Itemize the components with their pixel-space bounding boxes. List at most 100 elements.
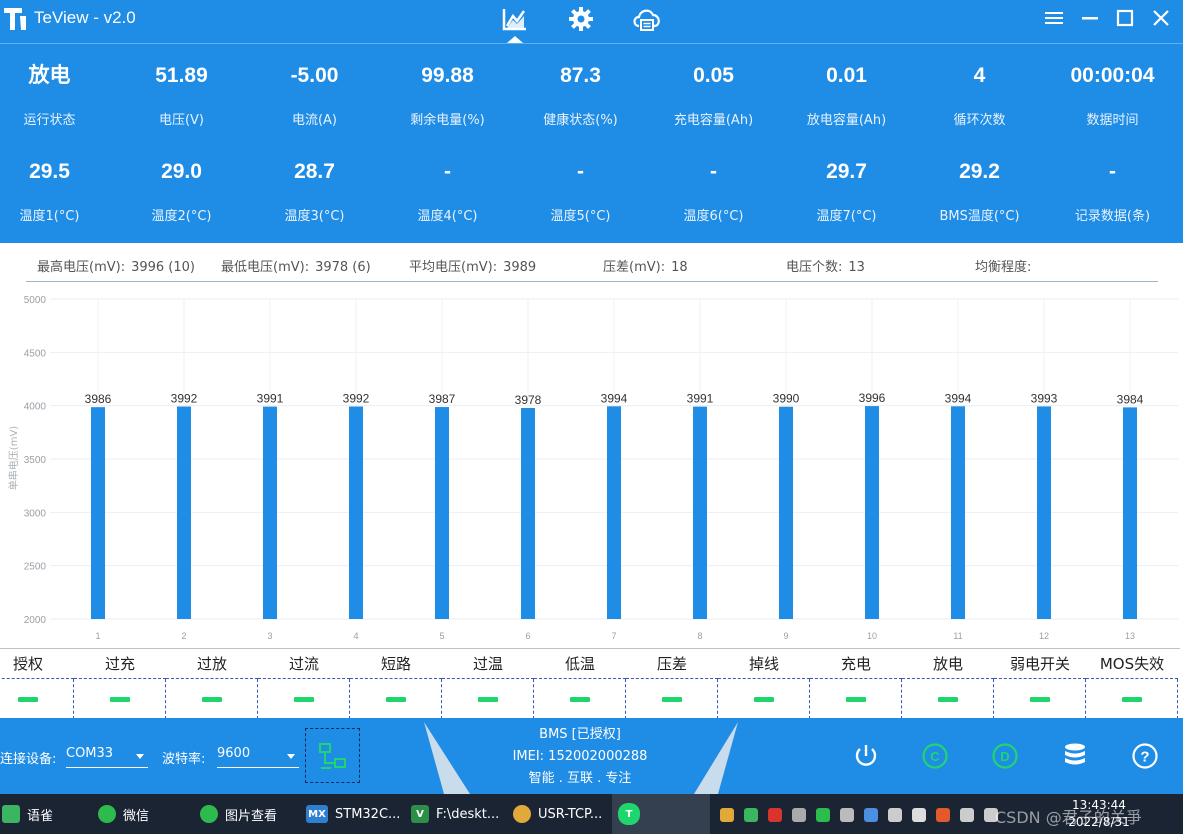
shield-icon[interactable] (864, 808, 878, 822)
cell-voltage-chart: 2000 2500 3000 3500 4000 4500 5000 单串电压(mV) 3986… (0, 290, 1183, 648)
minimize-icon[interactable] (1077, 6, 1103, 30)
bar (693, 406, 707, 619)
tray-app-icon[interactable] (720, 808, 734, 822)
cell-summary-bar: 最高电压(mV): 3996 (10) 最低电压(mV): 3978 (6) 平均电… (0, 243, 1183, 288)
stat-label: BMS温度(°C) (939, 209, 1020, 224)
bar-value-label: 3991 (257, 392, 284, 406)
menu-icon[interactable] (1041, 6, 1067, 30)
taskbar-item-label: STM32C... (335, 806, 401, 822)
database-icon[interactable] (1059, 740, 1091, 772)
baud-select[interactable]: 9600 (217, 746, 299, 768)
bar (521, 408, 535, 619)
alarm-status-indicator (938, 697, 958, 702)
alarm-label: 压差 (626, 649, 718, 679)
alarm-cell: 短路 (350, 649, 442, 719)
tray-app-icon[interactable] (888, 808, 902, 822)
stat-charge-capacity: 0.05 充电容量(Ah) (647, 62, 780, 130)
device-select-value: COM33 (66, 746, 114, 761)
stat-value: 87.3 (560, 64, 601, 87)
summary-avg: 平均电压(mV): 3989 (409, 256, 536, 275)
device-select[interactable]: COM33 (66, 746, 148, 768)
summary-count-label: 电压个数: (786, 260, 843, 275)
taskbar-item-explorer[interactable]: V F:\deskt... (411, 800, 499, 828)
charge-c-icon[interactable]: C (919, 740, 951, 772)
taskbar-item-usr-tcp[interactable]: USR-TCP... (513, 800, 602, 828)
connect-button[interactable] (305, 728, 360, 783)
system-clock[interactable]: 13:43:44 2022/8/31 (1066, 797, 1132, 831)
stat-label: 温度3(°C) (284, 209, 345, 224)
stat-value: -5.00 (290, 64, 339, 87)
summary-min-value: 3978 (6) (315, 260, 371, 275)
tray-app-icon[interactable] (816, 808, 830, 822)
stat-value: 00:00:04 (1070, 64, 1155, 87)
tray-app-icon[interactable] (912, 808, 926, 822)
stat-label: 温度7(°C) (816, 209, 877, 224)
stat-value: 0.05 (693, 64, 734, 87)
discharge-d-icon[interactable]: D (989, 740, 1021, 772)
stat-value: 29.7 (826, 160, 867, 183)
taskbar-item-yuque[interactable]: 语雀 (2, 800, 53, 828)
alarm-cell: 弱电开关 (994, 649, 1086, 719)
bar (779, 406, 793, 619)
tray-app-icon[interactable] (768, 808, 782, 822)
alarm-label: MOS失效 (1086, 649, 1178, 679)
bar (1037, 406, 1051, 619)
decor-triangle-left (424, 722, 470, 794)
alarm-cell: 压差 (626, 649, 718, 719)
x-tick-label: 4 (353, 631, 358, 641)
stat-temp-4: - 温度4(°C) (381, 158, 514, 226)
stat-value: 28.7 (294, 160, 335, 183)
x-tick-label: 2 (181, 631, 186, 641)
power-icon[interactable] (850, 740, 882, 772)
wechat-app-icon (98, 805, 116, 823)
network-icon[interactable] (960, 808, 974, 822)
alarm-status-indicator (18, 697, 38, 702)
tray-app-icon[interactable] (936, 808, 950, 822)
stat-soc: 99.88 剩余电量(%) (381, 62, 514, 130)
decor-triangle-right (694, 722, 738, 794)
stat-value: 51.89 (155, 64, 208, 87)
taskbar-item-image-viewer[interactable]: 图片查看 (200, 800, 277, 828)
tray-app-icon[interactable] (744, 808, 758, 822)
alarm-status-indicator (386, 697, 406, 702)
taskbar-item-teview[interactable]: T (618, 800, 647, 828)
tray-app-icon[interactable] (792, 808, 806, 822)
maximize-icon[interactable] (1112, 6, 1138, 30)
summary-min-label: 最低电压(mV): (221, 260, 310, 275)
stat-label: 温度1(°C) (19, 209, 80, 224)
bar-value-label: 3993 (1031, 391, 1058, 405)
tray-app-icon[interactable] (840, 808, 854, 822)
active-tab-indicator (507, 36, 523, 43)
x-tick-label: 10 (867, 631, 877, 641)
stat-value: - (444, 160, 451, 183)
help-icon[interactable]: ? (1129, 740, 1161, 772)
alarm-status-indicator (1122, 697, 1142, 702)
chart-monitor-icon[interactable] (500, 4, 530, 34)
divider (1177, 679, 1178, 719)
bar-value-label: 3990 (773, 392, 800, 406)
summary-diff-label: 压差(mV): (603, 260, 666, 275)
alarm-label: 过流 (258, 649, 350, 679)
taskbar-item-stm32[interactable]: MX STM32C... (306, 800, 400, 828)
stat-value: - (577, 160, 584, 183)
x-tick-label: 1 (95, 631, 100, 641)
alarm-label: 放电 (902, 649, 994, 679)
summary-diff-value: 18 (671, 260, 688, 275)
app-window: TeView - v2.0 放电 运行状态 51.89 电压(V) -5.00 电流(… (0, 0, 1183, 834)
clock-time: 13:43:44 (1072, 798, 1126, 812)
alarm-status-indicator (478, 697, 498, 702)
gear-icon[interactable] (566, 4, 596, 34)
vim-app-icon: V (411, 805, 429, 823)
y-tick-label: 3500 (24, 455, 47, 466)
alarm-cell: 授权 (0, 649, 74, 719)
y-tick-label: 4000 (24, 402, 47, 413)
os-taskbar: 语雀 微信 图片查看 MX STM32C... V F:\deskt... USR-… (0, 794, 1183, 834)
stat-value: 放电 (28, 64, 71, 87)
stat-label: 温度2(°C) (151, 209, 212, 224)
taskbar-item-wechat[interactable]: 微信 (98, 800, 149, 828)
stat-temp-1: 29.5 温度1(°C) (0, 158, 116, 226)
close-icon[interactable] (1148, 6, 1174, 30)
stat-label: 健康状态(%) (543, 113, 618, 128)
cloud-upload-icon[interactable] (632, 4, 662, 34)
alarm-status-indicator (754, 697, 774, 702)
